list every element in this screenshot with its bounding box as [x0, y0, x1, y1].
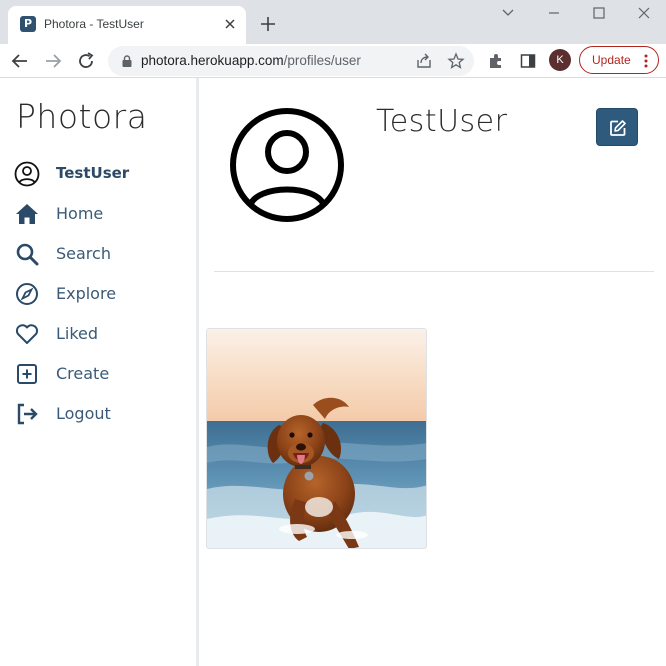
nav-item-liked[interactable]: Liked — [14, 320, 184, 348]
url-text[interactable]: photora.herokuapp.com/profiles/user — [141, 53, 361, 68]
nav-label-liked: Liked — [56, 324, 99, 343]
favicon-icon: P — [20, 16, 36, 32]
share-icon[interactable] — [415, 52, 433, 70]
tab-title: Photora - TestUser — [44, 17, 144, 31]
address-bar[interactable]: photora.herokuapp.com/profiles/user — [108, 46, 474, 76]
profile-username: TestUser — [376, 104, 508, 139]
user-circle-icon — [14, 161, 40, 187]
sidebar: Photora TestUser Home Search Explore Lik… — [0, 78, 199, 666]
nav-label-search: Search — [56, 244, 111, 263]
maximize-icon[interactable] — [589, 5, 609, 21]
url-path: /profiles/user — [283, 53, 361, 68]
nav-item-explore[interactable]: Explore — [14, 280, 184, 308]
close-tab-icon[interactable] — [222, 16, 238, 32]
compass-icon — [16, 283, 38, 305]
minimize-icon[interactable] — [544, 5, 564, 21]
side-panel-icon[interactable] — [519, 52, 537, 70]
nav-label-home: Home — [56, 204, 104, 223]
home-icon — [16, 204, 38, 224]
new-tab-icon[interactable] — [258, 14, 278, 34]
nav-item-profile[interactable]: TestUser — [14, 160, 184, 188]
update-label: Update — [592, 53, 631, 67]
nav-item-create[interactable]: Create — [14, 360, 184, 388]
window-close-icon[interactable] — [634, 5, 654, 21]
dog-photo-image — [207, 329, 426, 548]
browser-tab[interactable]: P Photora - TestUser — [8, 6, 246, 44]
brand-logo[interactable]: Photora — [16, 97, 147, 136]
nav-label-explore: Explore — [56, 284, 117, 303]
edit-icon — [610, 120, 626, 136]
post-thumbnail[interactable] — [206, 328, 427, 549]
reload-icon[interactable] — [74, 49, 98, 73]
tab-search-chevron-icon[interactable] — [498, 5, 518, 21]
more-menu-icon[interactable] — [644, 53, 648, 69]
plus-square-icon — [17, 364, 37, 384]
browser-toolbar: photora.herokuapp.com/profiles/user K Up… — [0, 44, 666, 78]
back-icon[interactable] — [8, 49, 32, 73]
profile-main: TestUser — [202, 78, 666, 666]
lock-icon[interactable] — [120, 54, 134, 68]
page: Photora TestUser Home Search Explore Lik… — [0, 78, 666, 666]
nav-label-logout: Logout — [56, 404, 111, 423]
forward-icon[interactable] — [41, 49, 65, 73]
bookmark-star-icon[interactable] — [447, 52, 465, 70]
nav-item-home[interactable]: Home — [14, 200, 184, 228]
edit-profile-button[interactable] — [596, 108, 638, 146]
url-host: photora.herokuapp.com — [141, 53, 284, 68]
profile-avatar[interactable]: K — [549, 49, 571, 71]
extensions-icon[interactable] — [487, 52, 505, 70]
nav-label-profile: TestUser — [56, 164, 130, 182]
browser-tab-strip: P Photora - TestUser — [0, 0, 666, 44]
update-button[interactable]: Update — [579, 46, 659, 74]
nav-item-logout[interactable]: Logout — [14, 400, 184, 428]
heart-icon — [15, 324, 39, 344]
profile-avatar-icon — [230, 108, 344, 222]
profile-divider — [214, 271, 654, 272]
logout-icon — [17, 403, 38, 425]
nav-item-search[interactable]: Search — [14, 240, 184, 268]
nav-label-create: Create — [56, 364, 110, 383]
search-icon — [16, 243, 39, 266]
